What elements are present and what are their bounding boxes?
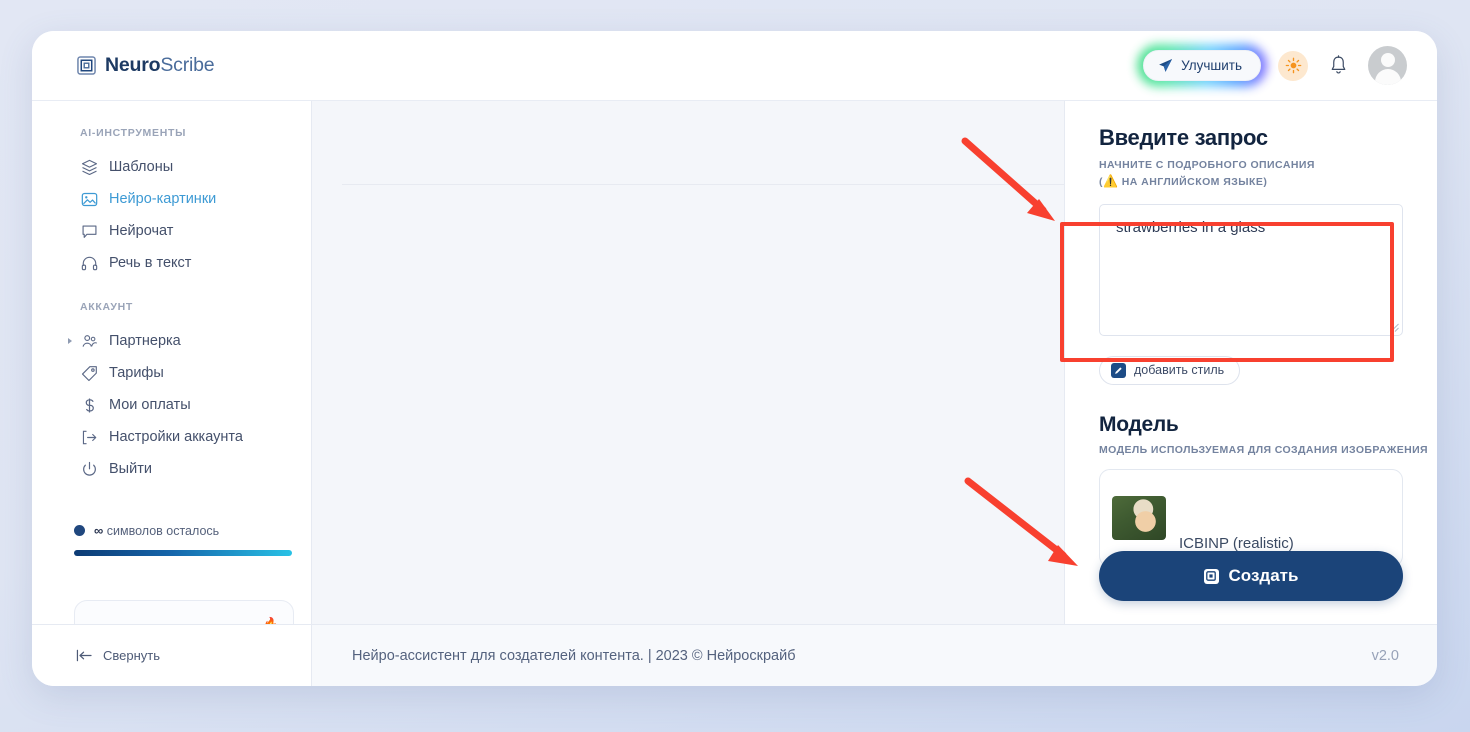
- collapse-sidebar-label: Свернуть: [103, 648, 161, 663]
- prompt-section-title: Введите запрос: [1099, 125, 1268, 150]
- sidebar-item-my-payments[interactable]: Мои оплаты: [32, 389, 311, 421]
- sidebar-promo-card[interactable]: 🔥: [74, 600, 294, 624]
- app-body: AI-ИНСТРУМЕНТЫ Шаблоны Нейро-картинки Не…: [32, 101, 1437, 624]
- sidebar-group-title-account: АККАУНТ: [80, 301, 134, 313]
- collapse-sidebar-button[interactable]: Свернуть: [32, 625, 312, 686]
- sidebar-item-label: Партнерка: [109, 333, 181, 349]
- canvas-divider: [342, 184, 1064, 185]
- sidebar-item-label: Речь в текст: [109, 255, 192, 271]
- sun-icon: [1285, 57, 1301, 74]
- generation-canvas: [312, 101, 1065, 624]
- sidebar: AI-ИНСТРУМЕНТЫ Шаблоны Нейро-картинки Не…: [32, 101, 312, 624]
- add-style-button[interactable]: добавить стиль: [1099, 355, 1241, 385]
- app-window: NeuroScribe Улучшить AI-ИНСТРУМЕНТЫ Шабл…: [32, 31, 1437, 686]
- sidebar-item-partnership[interactable]: Партнерка: [32, 325, 311, 357]
- layers-icon: [80, 158, 98, 176]
- sidebar-item-label: Тарифы: [109, 365, 164, 381]
- upgrade-button-wrap: Улучшить: [1137, 44, 1267, 87]
- create-button-label: Создать: [1228, 566, 1299, 585]
- chat-bubble-icon: [80, 222, 98, 240]
- app-header: NeuroScribe Улучшить: [32, 31, 1437, 101]
- prompt-input-value: strawberries in a glass: [1116, 218, 1266, 236]
- model-section-subtitle: МОДЕЛЬ ИСПОЛЬЗУЕМАЯ ДЛЯ СОЗДАНИЯ ИЗОБРАЖ…: [1099, 443, 1429, 456]
- avatar-head-shape: [1380, 53, 1395, 67]
- app-footer: Свернуть Нейро-ассистент для создателей …: [32, 624, 1437, 686]
- image-plus-icon: [1203, 568, 1219, 584]
- sidebar-item-label: Нейро-картинки: [109, 191, 217, 207]
- account-settings-icon: [80, 428, 98, 446]
- footer-copyright-text: Нейро-ассистент для создателей контента.…: [352, 647, 796, 664]
- settings-panel: Введите запрос НАЧНИТЕ С ПОДРОБНОГО ОПИС…: [1065, 101, 1437, 624]
- headphones-icon: [80, 254, 98, 272]
- prompt-subtitle-line1: НАЧНИТЕ С ПОДРОБНОГО ОПИСАНИЯ: [1099, 159, 1315, 171]
- brand-bold-part: Neuro: [105, 54, 161, 76]
- sidebar-item-label: Мои оплаты: [109, 397, 191, 413]
- prompt-input[interactable]: strawberries in a glass: [1099, 203, 1403, 336]
- collapse-left-icon: [76, 649, 92, 662]
- sidebar-item-label: Нейрочат: [109, 223, 174, 239]
- add-style-label: добавить стиль: [1134, 363, 1225, 378]
- model-name-label: ICBINP (realistic): [1179, 534, 1294, 552]
- quota-status-dot-icon: [74, 525, 85, 536]
- rocket-icon: [1159, 58, 1173, 72]
- quota-infinity-symbol: ∞: [94, 523, 104, 538]
- upgrade-button-label: Улучшить: [1181, 58, 1242, 73]
- avatar[interactable]: [1368, 46, 1407, 85]
- sidebar-item-tariffs[interactable]: Тарифы: [32, 357, 311, 389]
- sidebar-item-account-settings[interactable]: Настройки аккаунта: [32, 421, 311, 453]
- quota-label-text: символов осталось: [106, 524, 220, 538]
- resize-handle-icon[interactable]: [1390, 323, 1399, 332]
- quota-progress-bar: [74, 550, 292, 556]
- footer-main: Нейро-ассистент для создателей контента.…: [312, 625, 1437, 686]
- sidebar-item-neuro-chat[interactable]: Нейрочат: [32, 215, 311, 247]
- bell-icon: [1331, 55, 1345, 74]
- model-preview-thumbnail: [1112, 495, 1166, 540]
- create-button[interactable]: Создать: [1099, 551, 1403, 601]
- sidebar-item-speech-to-text[interactable]: Речь в текст: [32, 247, 311, 279]
- sidebar-item-label: Выйти: [109, 461, 152, 477]
- sidebar-item-neuro-images[interactable]: Нейро-картинки: [32, 183, 311, 215]
- sidebar-item-templates[interactable]: Шаблоны: [32, 151, 311, 183]
- brand-wordmark: NeuroScribe: [105, 54, 215, 77]
- quota-row: ∞ символов осталось: [32, 523, 311, 538]
- users-icon: [80, 332, 98, 350]
- theme-toggle-button[interactable]: [1278, 50, 1308, 81]
- sidebar-item-label: Настройки аккаунта: [109, 429, 243, 445]
- power-icon: [80, 460, 98, 478]
- brand-light-part: Scribe: [160, 54, 215, 76]
- tag-icon: [80, 364, 98, 382]
- pencil-icon: [1111, 362, 1126, 378]
- brand-logo-wordmark[interactable]: NeuroScribe: [77, 54, 215, 77]
- sidebar-group-title-tools: AI-ИНСТРУМЕНТЫ: [80, 127, 187, 139]
- quota-label: ∞ символов осталось: [94, 523, 219, 538]
- upgrade-button[interactable]: Улучшить: [1143, 50, 1261, 81]
- sidebar-item-logout[interactable]: Выйти: [32, 453, 311, 485]
- chevron-right-icon: [68, 338, 72, 344]
- dollar-icon: [80, 396, 98, 414]
- fire-emoji-icon: 🔥: [263, 616, 279, 625]
- header-actions: Улучшить: [1137, 44, 1407, 87]
- avatar-body-shape: [1374, 69, 1401, 85]
- notifications-button[interactable]: [1325, 53, 1351, 79]
- sidebar-item-label: Шаблоны: [109, 159, 174, 175]
- image-icon: [80, 190, 98, 208]
- prompt-subtitle-line2: НА АНГЛИЙСКОМ ЯЗЫКЕ): [1118, 176, 1268, 189]
- model-section-title: Модель: [1099, 412, 1179, 436]
- footer-version-label: v2.0: [1371, 647, 1399, 664]
- prompt-section-subtitle: НАЧНИТЕ С ПОДРОБНОГО ОПИСАНИЯ (⚠️ НА АНГ…: [1099, 158, 1403, 191]
- nested-square-logo-icon: [77, 56, 96, 75]
- warning-icon: ⚠️: [1102, 174, 1119, 189]
